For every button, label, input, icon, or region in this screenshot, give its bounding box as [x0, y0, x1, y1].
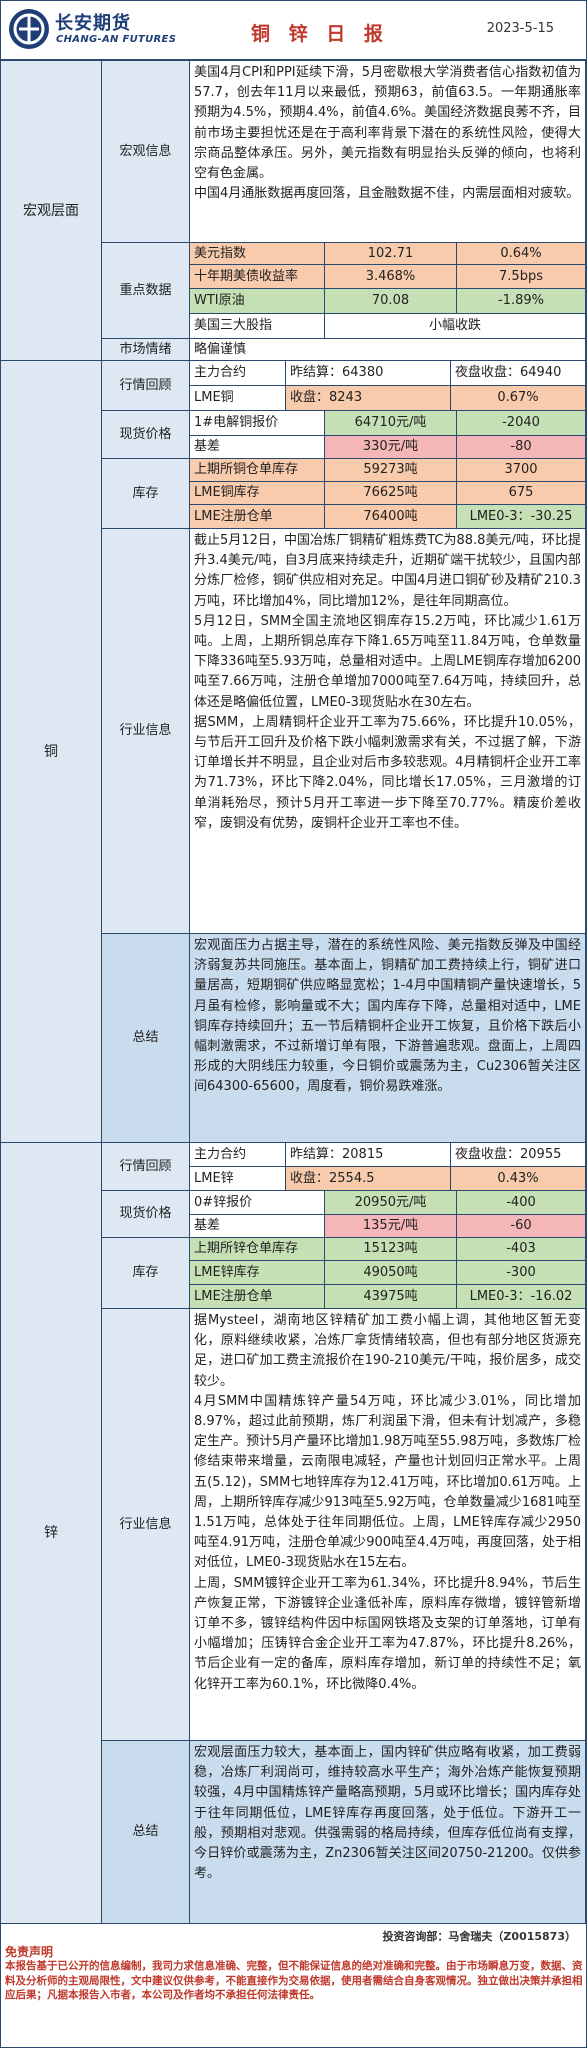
cu-summary-text: 宏观面压力占据主导，潜在的系统性风险、美元指数反弹及中国经济弱复苏共同施压。基本…: [190, 934, 586, 1143]
zn-spot-price: 20950元/吨: [325, 1191, 457, 1215]
zn-quote-name-0: 主力合约: [190, 1143, 286, 1167]
zn-inv-name-0: 上期所锌仓单库存: [190, 1238, 325, 1261]
disclaimer-title: 免责声明: [5, 1945, 54, 1959]
zn-basis-value: 135元/吨: [325, 1215, 457, 1238]
cu-inv-name-0: 上期所铜仓单库存: [190, 459, 325, 482]
key-change-ust10y: 7.5bps: [457, 265, 586, 289]
changan-logo-icon: [9, 9, 49, 49]
key-value-us-indices: 小幅收跌: [325, 314, 586, 339]
key-name-dxy: 美元指数: [190, 243, 325, 265]
cu-quote-night-close: 夜盘收盘：64940: [451, 361, 586, 386]
cu-inv-value-1: 76625吨: [325, 482, 457, 505]
cu-inv-change-0: 3700: [457, 459, 586, 482]
zn-lme-spread: LME0-3：-16.02: [457, 1285, 586, 1309]
cu-inv-value-2: 76400吨: [325, 505, 457, 529]
macro-info-text: 美国4月CPI和PPI延续下滑，5月密歇根大学消费者信心指数初值为57.7，创去…: [190, 61, 586, 243]
cu-lme-change: 0.67%: [451, 386, 586, 411]
zn-lme-close: 收盘：2554.5: [286, 1167, 451, 1191]
zn-spot-label: 现货价格: [102, 1191, 190, 1238]
macro-info-label: 宏观信息: [102, 61, 190, 243]
report-header: 长安期货 CHANG-AN FUTURES 铜 锌 日 报 2023-5-15: [1, 1, 586, 61]
zn-inv-value-1: 49050吨: [325, 1261, 457, 1285]
zn-basis-change: -60: [457, 1215, 586, 1238]
zn-basis-name: 基差: [190, 1215, 325, 1238]
zn-quote-label: 行情回顾: [102, 1143, 190, 1191]
key-data-label: 重点数据: [102, 243, 190, 339]
zn-quote-prev-settle: 昨结算：20815: [286, 1143, 451, 1167]
cu-basis-change: -80: [457, 436, 586, 459]
zn-inv-name-2: LME注册仓单: [190, 1285, 325, 1309]
section-zinc: 锌: [1, 1143, 102, 1924]
cu-lme-spread: LME0-3：-30.25: [457, 505, 586, 529]
zn-inv-value-2: 43975吨: [325, 1285, 457, 1309]
cu-spot-price: 64710元/吨: [325, 411, 457, 436]
key-name-ust10y: 十年期美债收益率: [190, 265, 325, 289]
zn-quote-night-close: 夜盘收盘：20955: [451, 1143, 586, 1167]
section-macro: 宏观层面: [1, 61, 102, 361]
cu-spot-name-0: 1#电解铜报价: [190, 411, 325, 436]
brand-name-en: CHANG-AN FUTURES: [56, 34, 177, 45]
zn-inv-label: 库存: [102, 1238, 190, 1309]
zn-spot-name-0: 0#锌报价: [190, 1191, 325, 1215]
cu-industry-text: 截止5月12日，中国冶炼厂铜精矿粗炼费TC为88.8美元/吨，环比提升3.4美元…: [190, 529, 586, 934]
cu-spot-change: -2040: [457, 411, 586, 436]
zn-inv-value-0: 15123吨: [325, 1238, 457, 1261]
zn-inv-change-1: -300: [457, 1261, 586, 1285]
cu-quote-label: 行情回顾: [102, 361, 190, 411]
key-value-wti: 70.08: [325, 289, 457, 314]
cu-quote-name-1: LME铜: [190, 386, 286, 411]
report-date: 2023-5-15: [486, 21, 554, 36]
report-page: 长安期货 CHANG-AN FUTURES 铜 锌 日 报 2023-5-15 …: [0, 0, 587, 2048]
key-value-dxy: 102.71: [325, 243, 457, 265]
analyst-credit: 投资咨询部：马舍瑞夫（Z0015873）: [382, 1930, 576, 1943]
zn-inv-change-0: -403: [457, 1238, 586, 1261]
zn-industry-label: 行业信息: [102, 1309, 190, 1741]
zn-lme-change: 0.43%: [451, 1167, 586, 1191]
cu-basis-name: 基差: [190, 436, 325, 459]
zn-summary-label: 总结: [102, 1741, 190, 1924]
cu-inv-name-1: LME铜库存: [190, 482, 325, 505]
report-title: 铜 锌 日 报: [251, 23, 389, 45]
sentiment-value: 略偏谨慎: [190, 339, 586, 361]
cu-inv-label: 库存: [102, 459, 190, 529]
section-copper: 铜: [1, 361, 102, 1143]
key-name-us-indices: 美国三大股指: [190, 314, 325, 339]
cu-summary-label: 总结: [102, 934, 190, 1143]
sentiment-label: 市场情绪: [102, 339, 190, 361]
cu-quote-prev-settle: 昨结算：64380: [286, 361, 451, 386]
key-value-ust10y: 3.468%: [325, 265, 457, 289]
zn-inv-name-1: LME锌库存: [190, 1261, 325, 1285]
cu-quote-name-0: 主力合约: [190, 361, 286, 386]
key-change-dxy: 0.64%: [457, 243, 586, 265]
cu-spot-label: 现货价格: [102, 411, 190, 459]
cu-inv-change-1: 675: [457, 482, 586, 505]
cu-inv-name-2: LME注册仓单: [190, 505, 325, 529]
cu-inv-value-0: 59273吨: [325, 459, 457, 482]
zn-summary-text: 宏观层面压力较大，基本面上，国内锌矿供应略有收紧，加工费弱稳，冶炼厂利润尚可，维…: [190, 1741, 586, 1924]
cu-basis-value: 330元/吨: [325, 436, 457, 459]
zn-quote-name-1: LME锌: [190, 1167, 286, 1191]
key-change-wti: -1.89%: [457, 289, 586, 314]
zn-spot-change: -400: [457, 1191, 586, 1215]
disclaimer-text: 本报告基于已公开的信息编制，我司力求信息准确、完整，但不能保证信息的绝对准确和完…: [5, 1960, 583, 2001]
zn-industry-text: 据Mysteel，湖南地区锌精矿加工费小幅上调，其他地区暂无变化，原料继续收紧，…: [190, 1309, 586, 1741]
cu-industry-label: 行业信息: [102, 529, 190, 934]
brand-name: 长安期货: [55, 13, 131, 34]
key-name-wti: WTI原油: [190, 289, 325, 314]
cu-lme-close: 收盘：8243: [286, 386, 451, 411]
